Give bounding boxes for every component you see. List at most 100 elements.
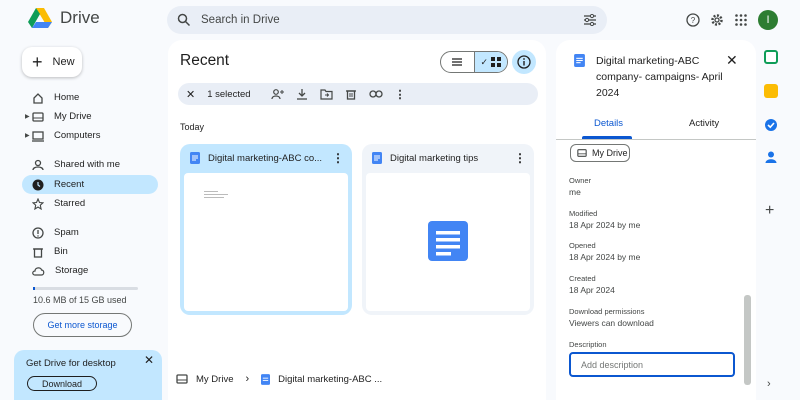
clear-selection-icon[interactable]: ✕ — [186, 88, 195, 101]
breadcrumb-root[interactable]: My Drive — [196, 374, 233, 385]
sidebar-item-storage[interactable]: Storage — [22, 261, 158, 280]
more-options-icon[interactable]: ⋮ — [514, 151, 526, 165]
cloud-icon — [32, 266, 45, 276]
info-icon — [517, 55, 531, 69]
contacts-icon[interactable] — [764, 150, 778, 164]
drive-icon — [577, 149, 587, 157]
more-options-icon[interactable]: ⋮ — [332, 151, 344, 165]
file-card-header: Digital marketing tips — [372, 152, 522, 164]
close-icon[interactable]: ✕ — [726, 52, 738, 69]
section-heading: Today — [180, 122, 205, 132]
storage-usage-fill — [33, 287, 35, 290]
download-button[interactable]: Download — [27, 376, 97, 391]
document-preview-lines — [204, 191, 228, 198]
docs-icon — [261, 373, 271, 385]
add-addon-icon[interactable]: + — [765, 202, 774, 220]
docs-icon — [372, 152, 382, 164]
sidebar-item-label: My Drive — [54, 111, 92, 122]
breadcrumb: My Drive › Digital marketing-ABC ... — [176, 373, 382, 385]
description-input[interactable] — [569, 352, 735, 377]
tasks-icon[interactable] — [764, 118, 778, 132]
search-bar[interactable] — [167, 6, 607, 34]
main-panel: Recent ✓ ✕ 1 selected ⋮ Today Digital ma… — [168, 40, 546, 400]
close-icon[interactable]: ✕ — [144, 353, 154, 367]
help-icon[interactable]: ? — [686, 13, 700, 27]
sidebar-item-starred[interactable]: Starred — [22, 194, 158, 213]
owner-label: Owner — [569, 176, 592, 185]
view-details-button[interactable] — [512, 50, 536, 74]
new-button[interactable]: + New — [22, 47, 82, 77]
selection-count: 1 selected — [207, 88, 251, 100]
star-icon — [32, 197, 44, 210]
sidebar-item-bin[interactable]: Bin — [22, 242, 158, 261]
location-chip[interactable]: My Drive — [570, 144, 630, 162]
owner-value: me — [569, 187, 581, 197]
avatar[interactable]: I — [758, 10, 778, 30]
grid-icon — [491, 57, 502, 67]
home-icon — [33, 92, 43, 104]
search-icon[interactable] — [177, 13, 191, 27]
expand-caret-icon[interactable]: ▶ — [25, 113, 30, 120]
checkmark-icon: ✓ — [480, 56, 489, 67]
file-thumbnail — [366, 173, 530, 311]
sidebar-item-label: Bin — [54, 246, 68, 257]
page-title: Recent — [180, 52, 230, 69]
sidebar-item-shared[interactable]: Shared with me — [22, 155, 158, 174]
sidebar-item-my-drive[interactable]: ▶ My Drive — [22, 107, 158, 126]
desktop-promo: Get Drive for desktop ✕ Download — [14, 350, 162, 400]
settings-gear-icon[interactable] — [710, 13, 724, 27]
docs-icon — [574, 54, 585, 67]
chevron-right-icon[interactable]: › — [767, 378, 771, 390]
search-input[interactable] — [201, 14, 573, 26]
calendar-icon[interactable] — [764, 50, 778, 64]
apps-grid-icon[interactable] — [734, 13, 748, 27]
drive-logo[interactable]: Drive — [28, 8, 100, 28]
sidebar-item-spam[interactable]: Spam — [22, 223, 158, 242]
header-actions: ? I — [686, 10, 778, 30]
expand-caret-icon[interactable]: ▶ — [25, 132, 30, 139]
details-panel: Digital marketing-ABC company- campaigns… — [556, 40, 756, 400]
breadcrumb-file[interactable]: Digital marketing-ABC ... — [278, 374, 382, 385]
grid-view-button[interactable]: ✓ — [473, 52, 507, 72]
docs-large-icon — [428, 221, 468, 261]
search-options-icon[interactable] — [583, 14, 597, 26]
tab-divider — [556, 139, 756, 140]
keep-icon[interactable] — [764, 84, 778, 98]
tab-activity[interactable]: Activity — [689, 118, 719, 129]
sidebar-item-label: Shared with me — [54, 159, 121, 170]
download-permissions-label: Download permissions — [569, 307, 645, 316]
created-label: Created — [569, 274, 596, 283]
file-card[interactable]: Digital marketing tips ⋮ — [362, 144, 534, 315]
move-folder-icon[interactable] — [319, 88, 333, 100]
drive-icon — [176, 374, 188, 384]
modified-label: Modified — [569, 209, 598, 218]
delete-bin-icon[interactable] — [345, 88, 357, 100]
share-person-icon[interactable] — [270, 88, 284, 100]
sidebar-item-label: Recent — [54, 179, 85, 190]
sidebar-item-computers[interactable]: ▶ Computers — [22, 126, 158, 145]
list-icon — [452, 58, 463, 66]
file-name: Digital marketing-ABC co... — [208, 152, 323, 164]
scrollbar[interactable] — [744, 295, 751, 385]
people-icon — [32, 159, 44, 170]
file-card[interactable]: Digital marketing-ABC co... ⋮ — [180, 144, 352, 315]
get-more-storage-button[interactable]: Get more storage — [33, 313, 132, 337]
sidebar-item-home[interactable]: Home — [22, 88, 158, 107]
sidebar-item-label: Starred — [54, 198, 86, 209]
opened-label: Opened — [569, 241, 596, 250]
modified-value: 18 Apr 2024 by me — [569, 220, 641, 230]
download-permissions-value: Viewers can download — [569, 318, 654, 328]
sidebar-item-label: Spam — [54, 227, 79, 238]
plus-icon: + — [32, 52, 43, 72]
more-options-icon[interactable]: ⋮ — [395, 88, 406, 101]
sidebar-item-label: Storage — [55, 265, 89, 276]
location-chip-label: My Drive — [592, 148, 628, 158]
sidebar-item-recent[interactable]: Recent — [22, 175, 158, 194]
tab-details[interactable]: Details — [594, 118, 623, 129]
list-view-button[interactable] — [441, 52, 474, 72]
computer-icon — [32, 130, 44, 142]
download-icon[interactable] — [296, 88, 308, 100]
storage-usage-bar — [33, 287, 138, 290]
link-icon[interactable] — [368, 89, 383, 99]
description-label: Description — [569, 340, 607, 349]
